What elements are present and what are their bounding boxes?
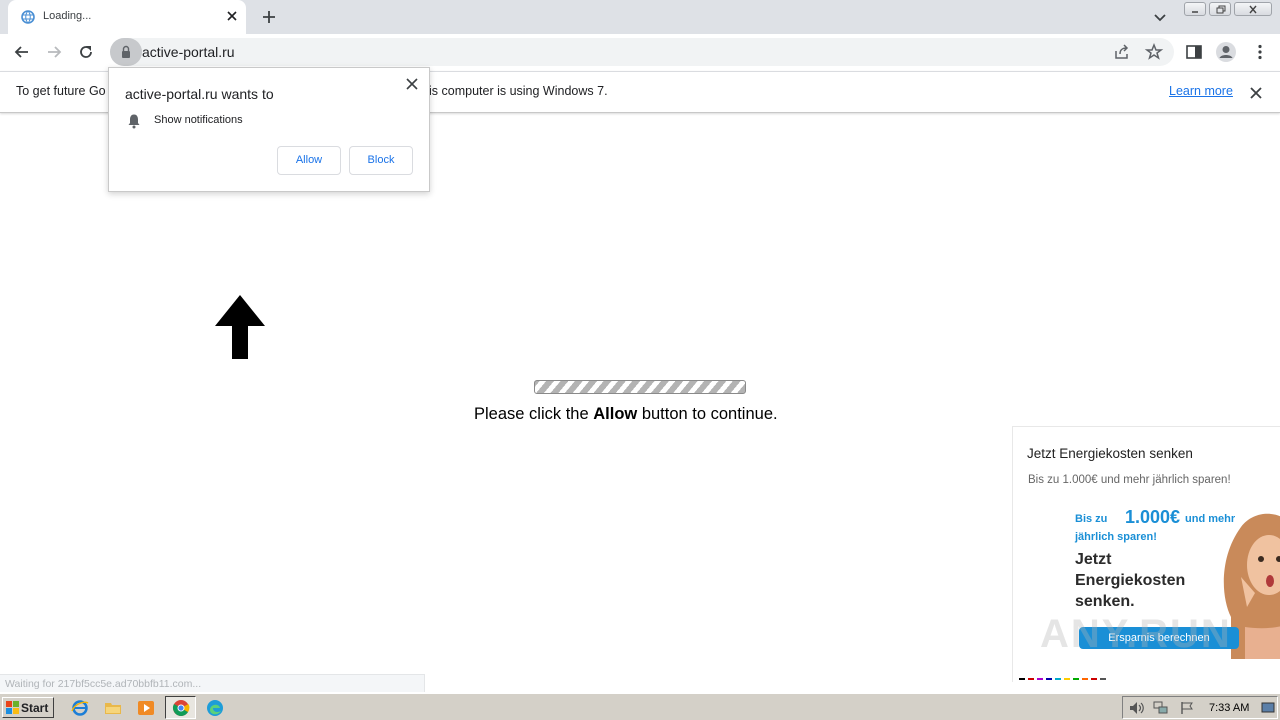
file-explorer-icon[interactable] (104, 699, 122, 717)
network-icon[interactable] (1153, 701, 1169, 715)
globe-favicon-icon (21, 10, 35, 24)
up-arrow-icon (215, 295, 265, 359)
restore-icon (1216, 5, 1226, 14)
action-center-flag-icon[interactable] (1179, 701, 1195, 715)
permission-title: active-portal.ru wants to (125, 86, 274, 102)
ad-banner-line2: jährlich sparen! (1075, 531, 1157, 543)
reload-icon[interactable] (76, 42, 96, 62)
notification-permission-prompt: active-portal.ru wants to Show notificat… (108, 67, 430, 192)
infobar-text-left: To get future Go (16, 84, 106, 98)
back-icon[interactable] (12, 42, 32, 62)
media-player-icon[interactable] (137, 699, 155, 717)
more-icon[interactable] (1250, 42, 1270, 62)
edge-icon[interactable] (206, 699, 224, 717)
loading-progress-bar (534, 380, 746, 394)
internet-explorer-icon[interactable] (71, 699, 89, 717)
ad-banner-heading-3: senken. (1075, 593, 1135, 610)
volume-icon[interactable] (1129, 701, 1145, 715)
ad-subtitle: Bis zu 1.000€ und mehr jährlich sparen! (1028, 474, 1231, 486)
windows-taskbar: Start 7:33 AM (0, 693, 1280, 720)
system-tray: 7:33 AM (1122, 696, 1278, 719)
instruction-text: Please click the Allow button to continu… (474, 405, 778, 424)
share-icon[interactable] (1112, 42, 1132, 62)
restore-button[interactable] (1209, 2, 1231, 16)
profile-icon[interactable] (1215, 41, 1237, 63)
star-icon[interactable] (1144, 42, 1164, 62)
instruction-bold: Allow (593, 405, 638, 423)
plus-icon[interactable] (259, 7, 279, 27)
window-close-button[interactable] (1234, 2, 1272, 16)
ad-banner-amount: 1.000€ (1125, 507, 1181, 527)
status-bubble: Waiting for 217bf5cc5e.ad70bbfb11.com... (0, 674, 425, 692)
infobar-text-right: is computer is using Windows 7. (429, 84, 608, 98)
windows-logo-icon (6, 701, 19, 714)
ad-title[interactable]: Jetzt Energiekosten senken (1027, 446, 1193, 461)
watermark: ANY.RUN (1040, 612, 1232, 656)
chevron-down-icon[interactable] (1152, 9, 1168, 25)
close-icon[interactable] (405, 77, 419, 91)
ad-banner-heading-1: Jetzt (1075, 551, 1112, 568)
ad-pagination-dots (1019, 678, 1106, 680)
forward-icon[interactable] (44, 42, 64, 62)
close-icon[interactable] (1248, 85, 1264, 101)
taskbar-clock[interactable]: 7:33 AM (1209, 702, 1249, 714)
close-icon[interactable] (224, 8, 240, 24)
bell-icon (128, 114, 140, 129)
browser-tab[interactable]: Loading... (8, 0, 246, 34)
show-desktop-icon[interactable] (1261, 702, 1275, 714)
block-button[interactable]: Block (349, 146, 413, 175)
permission-text: Show notifications (154, 114, 243, 126)
minimize-icon (1192, 11, 1198, 13)
minimize-button[interactable] (1184, 2, 1206, 16)
ad-banner-heading-2: Energiekosten (1075, 572, 1186, 589)
allow-button[interactable]: Allow (277, 146, 341, 175)
site-info-button[interactable] (110, 38, 142, 66)
side-panel-icon[interactable] (1184, 42, 1204, 62)
address-bar[interactable]: active-portal.ru (110, 38, 1174, 66)
browser-toolbar: active-portal.ru (0, 34, 1280, 71)
tab-title: Loading... (43, 10, 92, 22)
chrome-icon (173, 700, 190, 716)
lock-icon (122, 45, 130, 58)
instruction-pre: Please click the (474, 405, 594, 423)
learn-more-link[interactable]: Learn more (1169, 84, 1233, 98)
tab-strip: Loading... (0, 0, 1280, 34)
instruction-post: button to continue. (637, 405, 778, 423)
url-text[interactable]: active-portal.ru (142, 44, 235, 60)
chrome-taskbar-button[interactable] (165, 696, 196, 719)
start-label: Start (21, 701, 49, 715)
ad-banner-line1: Bis zu (1075, 513, 1108, 525)
close-icon (1249, 5, 1257, 14)
status-text: Waiting for 217bf5cc5e.ad70bbfb11.com... (5, 678, 202, 690)
start-button[interactable]: Start (2, 697, 54, 718)
